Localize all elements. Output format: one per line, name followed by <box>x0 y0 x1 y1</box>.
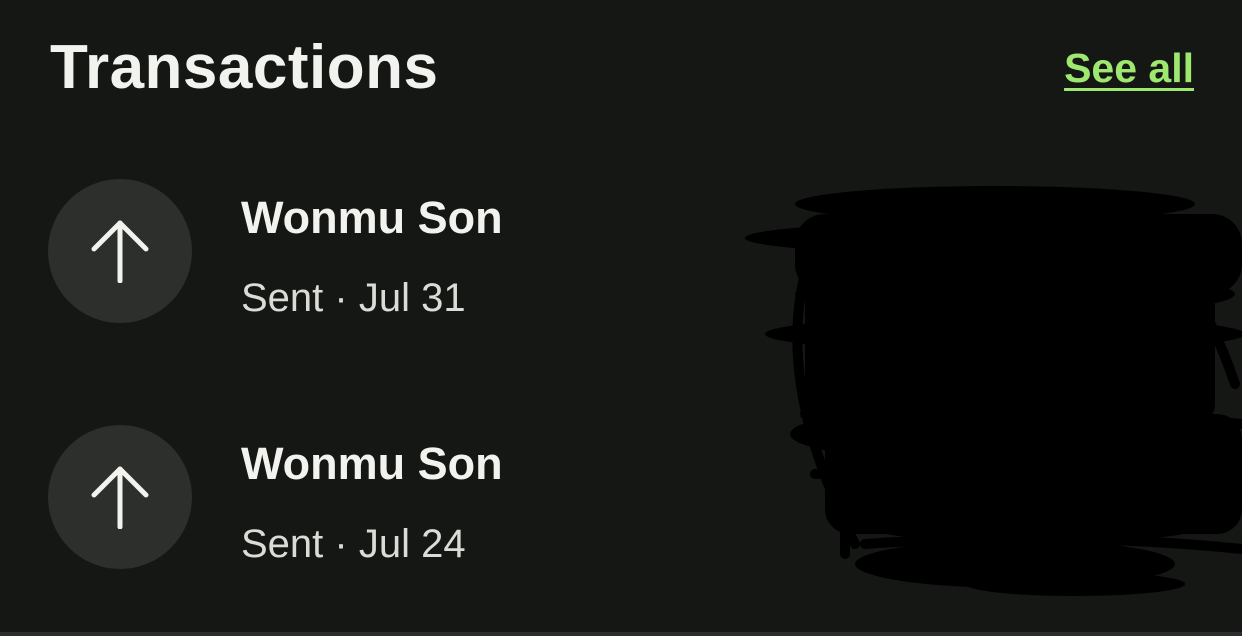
see-all-link[interactable]: See all <box>1064 42 1194 94</box>
arrow-up-icon <box>91 466 149 529</box>
arrow-up-icon <box>91 220 149 283</box>
sent-icon-circle <box>48 425 192 569</box>
redaction-scribble <box>745 186 1242 596</box>
transaction-name: Wonmu Son <box>241 192 503 243</box>
transaction-name: Wonmu Son <box>241 438 503 489</box>
page-title: Transactions <box>50 33 439 102</box>
bottom-divider <box>0 632 1242 636</box>
transactions-header: Transactions See all <box>50 28 1194 108</box>
transaction-meta: Sent · Jul 24 <box>241 522 466 566</box>
sent-icon-circle <box>48 179 192 323</box>
transaction-meta: Sent · Jul 31 <box>241 276 466 320</box>
